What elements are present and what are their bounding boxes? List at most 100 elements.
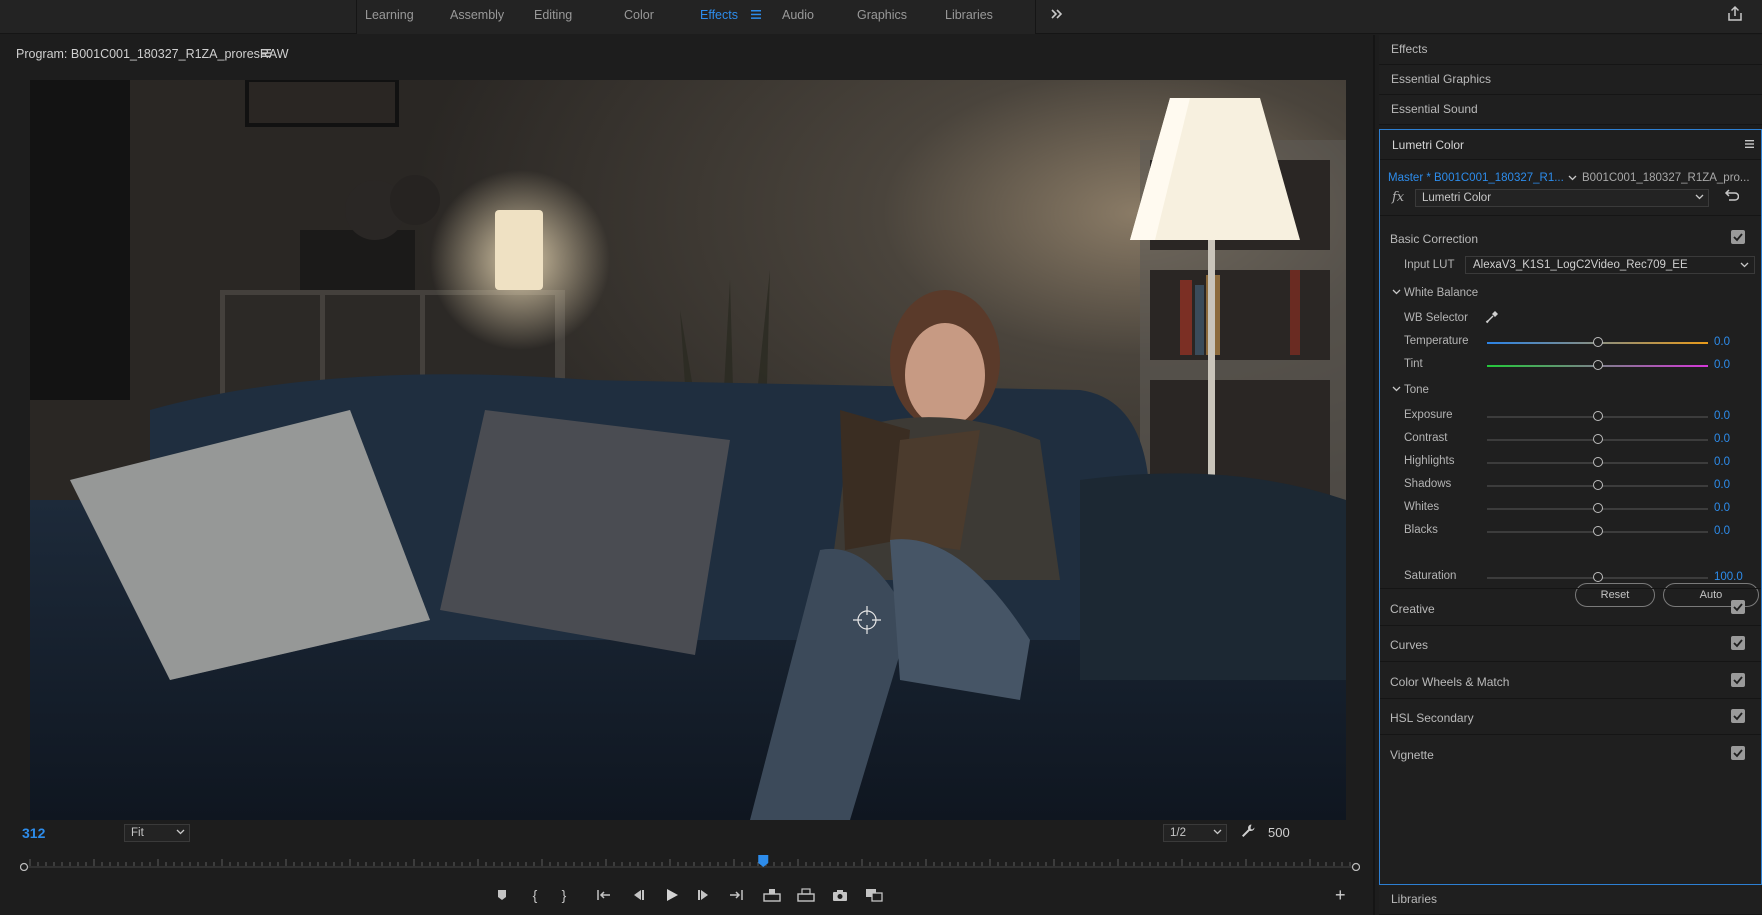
reset-effect-icon[interactable] — [1723, 189, 1739, 203]
go-to-in-icon[interactable] — [592, 883, 616, 907]
contrast-slider-knob[interactable] — [1593, 434, 1603, 444]
fx-icon[interactable]: fx — [1392, 190, 1404, 205]
comparison-view-icon[interactable] — [862, 883, 886, 907]
tone-reset-button[interactable]: Reset — [1575, 583, 1655, 607]
divider — [1380, 661, 1761, 662]
creative-checkbox[interactable] — [1731, 600, 1745, 614]
exposure-value[interactable]: 0.0 — [1714, 410, 1730, 422]
highlights-slider-knob[interactable] — [1593, 457, 1603, 467]
tint-label: Tint — [1404, 358, 1423, 370]
lumetri-title: Lumetri Color — [1392, 138, 1465, 152]
play-button-icon[interactable] — [660, 883, 684, 907]
curves-checkbox[interactable] — [1731, 636, 1745, 650]
exposure-slider-knob[interactable] — [1593, 411, 1603, 421]
right-panels: Effects Essential Graphics Essential Sou… — [1379, 35, 1762, 915]
chevron-down-icon[interactable] — [1392, 386, 1401, 392]
shadows-label: Shadows — [1404, 478, 1452, 490]
quick-export-icon[interactable] — [1726, 5, 1744, 23]
program-monitor: Program: B001C001_180327_R1ZA_proresRAW — [0, 35, 1375, 915]
mark-in-icon[interactable]: { — [523, 883, 547, 907]
mark-out-icon[interactable]: } — [552, 883, 576, 907]
clip-instance-name[interactable]: B001C001_180327_R1ZA_pro... — [1582, 172, 1750, 184]
divider — [1380, 588, 1761, 589]
effects-panel-tab[interactable]: Effects — [1379, 35, 1762, 65]
saturation-slider-knob[interactable] — [1593, 572, 1603, 582]
effect-instance-dropdown[interactable]: Lumetri Color — [1415, 189, 1709, 207]
tab-editing[interactable]: Editing — [534, 0, 572, 33]
tab-libraries[interactable]: Libraries — [945, 0, 993, 33]
exposure-label: Exposure — [1404, 409, 1453, 421]
temperature-value[interactable]: 0.0 — [1714, 336, 1730, 348]
add-marker-icon[interactable] — [490, 883, 514, 907]
export-frame-camera-icon[interactable] — [828, 883, 852, 907]
settings-wrench-icon[interactable] — [1240, 823, 1256, 839]
white-balance-subsection[interactable]: White Balance — [1404, 287, 1478, 299]
contrast-label: Contrast — [1404, 432, 1448, 444]
blacks-value[interactable]: 0.0 — [1714, 525, 1730, 537]
contrast-value[interactable]: 0.0 — [1714, 433, 1730, 445]
workspace-bar: Learning Assembly Editing Color Effects … — [0, 0, 1762, 34]
program-monitor-title[interactable]: Program: B001C001_180327_R1ZA_proresRAW — [16, 47, 289, 61]
button-editor-plus-icon[interactable]: + — [1335, 885, 1346, 906]
timeline-scrubber[interactable] — [20, 855, 1360, 871]
color-wheels-checkbox[interactable] — [1731, 673, 1745, 687]
essential-sound-panel-tab[interactable]: Essential Sound — [1379, 95, 1762, 125]
chevron-down-icon[interactable] — [1392, 289, 1401, 295]
panel-menu-icon[interactable] — [262, 49, 271, 57]
temperature-slider-knob[interactable] — [1593, 337, 1603, 347]
master-clip-selector[interactable]: Master * B001C001_180327_R1... — [1388, 172, 1564, 184]
color-wheels-section[interactable]: Color Wheels & Match — [1390, 675, 1509, 689]
divider — [1380, 215, 1761, 216]
divider — [1380, 625, 1761, 626]
playback-resolution-dropdown[interactable]: 1/2 — [1163, 824, 1227, 842]
highlights-label: Highlights — [1404, 455, 1455, 467]
playhead-timecode[interactable]: 312 — [22, 825, 45, 841]
tab-graphics[interactable]: Graphics — [857, 0, 907, 33]
step-back-icon[interactable] — [626, 883, 650, 907]
chevron-down-icon — [176, 829, 185, 835]
whites-label: Whites — [1404, 501, 1440, 513]
tab-effects[interactable]: Effects — [700, 0, 738, 33]
hsl-secondary-section[interactable]: HSL Secondary — [1390, 711, 1474, 725]
step-forward-icon[interactable] — [692, 883, 716, 907]
libraries-panel-tab[interactable]: Libraries — [1379, 885, 1762, 915]
tab-assembly[interactable]: Assembly — [450, 0, 504, 33]
whites-value[interactable]: 0.0 — [1714, 502, 1730, 514]
video-frame-image — [30, 80, 1346, 820]
basic-correction-section[interactable]: Basic Correction — [1390, 232, 1478, 246]
tab-audio[interactable]: Audio — [782, 0, 814, 33]
lumetri-color-panel: Lumetri Color Master * B001C001_180327_R… — [1379, 129, 1762, 885]
creative-section[interactable]: Creative — [1390, 602, 1435, 616]
tone-subsection[interactable]: Tone — [1404, 384, 1429, 396]
highlights-value[interactable]: 0.0 — [1714, 456, 1730, 468]
blacks-slider-knob[interactable] — [1593, 526, 1603, 536]
hsl-secondary-checkbox[interactable] — [1731, 709, 1745, 723]
hamburger-menu-icon[interactable] — [751, 10, 761, 19]
whites-slider-knob[interactable] — [1593, 503, 1603, 513]
essential-graphics-panel-tab[interactable]: Essential Graphics — [1379, 65, 1762, 95]
vignette-section[interactable]: Vignette — [1390, 748, 1434, 762]
extract-icon[interactable] — [794, 883, 818, 907]
chevron-down-icon — [1213, 829, 1222, 835]
tint-value[interactable]: 0.0 — [1714, 359, 1730, 371]
tint-slider-knob[interactable] — [1593, 360, 1603, 370]
vignette-checkbox[interactable] — [1731, 746, 1745, 760]
chevron-down-icon[interactable] — [1568, 175, 1577, 181]
curves-section[interactable]: Curves — [1390, 638, 1428, 652]
lift-icon[interactable] — [760, 883, 784, 907]
chevron-down-icon — [1740, 262, 1749, 268]
shadows-slider-knob[interactable] — [1593, 480, 1603, 490]
tab-learning[interactable]: Learning — [365, 0, 414, 33]
panel-menu-icon[interactable] — [1745, 140, 1754, 148]
basic-correction-checkbox[interactable] — [1731, 230, 1745, 244]
zoom-level-dropdown[interactable]: Fit — [124, 824, 190, 842]
eyedropper-icon[interactable] — [1485, 310, 1499, 324]
input-lut-dropdown[interactable]: AlexaV3_K1S1_LogC2Video_Rec709_EE — [1465, 256, 1755, 274]
video-preview[interactable] — [30, 80, 1346, 820]
tab-color[interactable]: Color — [624, 0, 654, 33]
lumetri-header[interactable]: Lumetri Color — [1380, 130, 1761, 160]
saturation-value[interactable]: 100.0 — [1714, 571, 1743, 583]
shadows-value[interactable]: 0.0 — [1714, 479, 1730, 491]
go-to-out-icon[interactable] — [724, 883, 748, 907]
more-workspaces-icon[interactable] — [1050, 7, 1064, 21]
